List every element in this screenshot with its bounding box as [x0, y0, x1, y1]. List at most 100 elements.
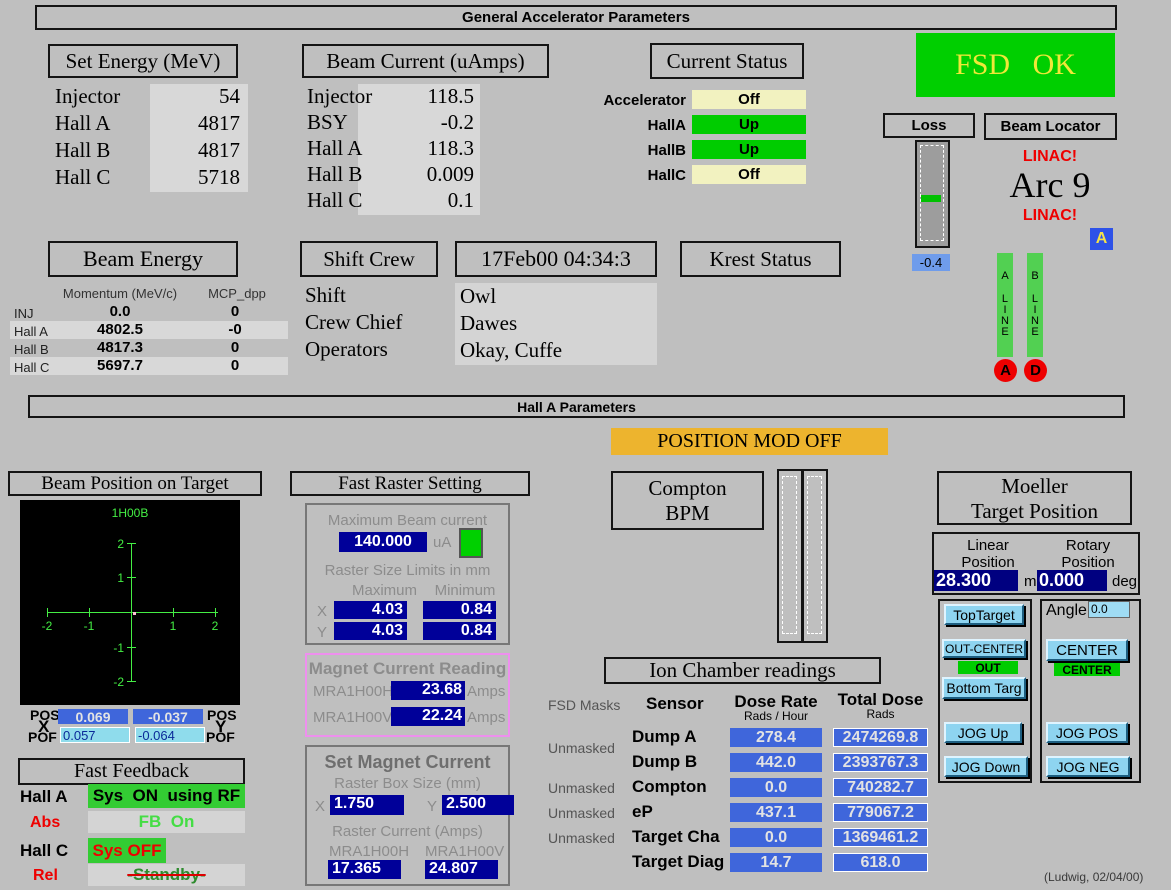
operators-value: Okay, Cuffe — [460, 338, 562, 363]
loss-button-label: Loss — [911, 117, 946, 134]
operators-label: Operators — [305, 337, 388, 362]
set-magnet-panel: Set Magnet Current Raster Box Size (mm) … — [305, 745, 510, 886]
position-mod-indicator: POSITION MOD OFF — [611, 428, 888, 455]
pos-x-readback: 0.069 — [58, 709, 128, 724]
mra1h00v-label: MRA1H00V — [313, 709, 392, 726]
jog-pos-button[interactable]: JOG POS — [1046, 722, 1128, 743]
moeller-title-line2: Target Position — [939, 499, 1130, 524]
set-v-readback: 24.807 — [425, 860, 498, 879]
status-row-label: HallA — [560, 117, 686, 134]
compton-slider-left[interactable] — [777, 469, 803, 643]
beam-energy-mcp: 0 — [200, 357, 270, 374]
box-x-entry[interactable]: 1.750 — [330, 795, 404, 815]
ion-mask: Unmasked — [548, 830, 615, 846]
rotary-position-label: Rotary Position — [1052, 537, 1124, 572]
top-target-button[interactable]: TopTarget — [944, 604, 1024, 625]
beam-current-row: Hall C — [307, 188, 362, 213]
beam-energy-row-label: INJ — [14, 306, 34, 321]
ion-total: 2393767.3 — [833, 753, 928, 772]
set-energy-title-text: Set Energy (MeV) — [66, 49, 221, 74]
ion-mask: Unmasked — [548, 740, 615, 756]
compton-slider-right[interactable] — [802, 469, 828, 643]
beam-position-title: Beam Position on Target — [8, 471, 262, 496]
fast-raster-title-text: Fast Raster Setting — [338, 473, 482, 495]
linear-position-label: Linear Position — [952, 537, 1024, 572]
loss-readback: -0.4 — [912, 254, 950, 271]
hall-a-parameters-text: Hall A Parameters — [517, 399, 636, 415]
ion-sensor: eP — [632, 802, 653, 822]
beam-current-title-text: Beam Current (uAmps) — [326, 49, 524, 74]
ion-total: 618.0 — [833, 853, 928, 872]
raster-x-max: 4.03 — [334, 601, 407, 619]
ffb-hall-c-status: Sys OFF — [88, 838, 166, 863]
ffb-rel-label: Rel — [33, 867, 58, 885]
jog-down-button[interactable]: JOG Down — [944, 756, 1028, 777]
set-energy-row: Hall B — [55, 138, 110, 163]
current-status-title: Current Status — [650, 43, 804, 79]
accelerator-control-screen: General Accelerator Parameters Set Energ… — [0, 0, 1171, 890]
loss-button[interactable]: Loss — [883, 113, 975, 138]
beam-location-text: Arc 9 — [1000, 164, 1100, 206]
pof-y-entry[interactable]: -0.064 — [135, 727, 205, 743]
set-h-readback: 17.365 — [328, 860, 401, 879]
bottom-target-button[interactable]: Bottom Targ — [942, 677, 1026, 699]
mra1h00h-unit: Amps — [467, 683, 505, 700]
fsd-masks-header: FSD Masks — [548, 697, 620, 713]
pof-label-left: POF — [28, 729, 57, 745]
position-mod-text: POSITION MOD OFF — [657, 430, 841, 453]
ion-sensor: Target Cha — [632, 827, 720, 847]
ion-rate: 0.0 — [730, 828, 822, 847]
sensor-header: Sensor — [646, 694, 704, 714]
ion-rate: 437.1 — [730, 803, 822, 822]
beam-energy-momentum: 4817.3 — [60, 339, 180, 356]
status-accelerator-field: Off — [692, 90, 806, 109]
center-button[interactable]: CENTER — [1046, 639, 1128, 661]
current-status-title-text: Current Status — [667, 49, 788, 74]
status-hallb-field: Up — [692, 140, 806, 159]
top-title-bar: General Accelerator Parameters — [35, 5, 1117, 30]
krest-status-label: Krest Status — [709, 247, 811, 272]
jog-neg-button[interactable]: JOG NEG — [1046, 756, 1130, 777]
linac-warning-top: LINAC! — [1010, 149, 1090, 165]
ion-total: 779067.2 — [833, 803, 928, 822]
box-y-entry[interactable]: 2.500 — [442, 795, 514, 815]
top-title-text: General Accelerator Parameters — [462, 9, 690, 26]
raster-current-label: Raster Current (Amps) — [307, 823, 508, 840]
raster-max-header: Maximum — [342, 582, 427, 599]
plot-y-tick — [127, 681, 136, 682]
compton-bpm-line1: Compton — [613, 476, 762, 501]
max-beam-entry[interactable]: 140.000 — [339, 532, 427, 552]
jog-up-button[interactable]: JOG Up — [944, 722, 1022, 743]
loss-slider-handle[interactable] — [921, 195, 941, 202]
moeller-title-line1: Moeller — [939, 474, 1130, 499]
fast-raster-panel: Maximum Beam current 140.000 uA Raster S… — [305, 503, 510, 645]
linac-a-badge: A — [1090, 228, 1113, 250]
raster-y-min: 0.84 — [423, 622, 496, 640]
compton-bpm-button[interactable]: Compton BPM — [611, 471, 764, 530]
pof-label-right: POF — [206, 729, 235, 745]
raster-min-header: Minimum — [425, 582, 505, 599]
out-center-button[interactable]: OUT-CENTER — [942, 639, 1026, 658]
krest-status-button[interactable]: Krest Status — [680, 241, 841, 277]
datetime-display: 17Feb00 04:34:3 — [455, 241, 657, 277]
beam-energy-title-text: Beam Energy — [83, 246, 203, 272]
shift-crew-title: Shift Crew — [300, 241, 438, 277]
shift-crew-title-text: Shift Crew — [323, 247, 415, 272]
magnet-reading-panel: Magnet Current Reading MRA1H00H 23.68 Am… — [305, 653, 510, 737]
plot-x-tick-label: -2 — [37, 619, 57, 633]
mra1h00h-label: MRA1H00H — [313, 683, 393, 700]
loss-slider[interactable] — [915, 140, 950, 248]
beam-locator-button[interactable]: Beam Locator — [984, 113, 1117, 140]
raster-x-min: 0.84 — [423, 601, 496, 619]
set-energy-title: Set Energy (MeV) — [48, 44, 238, 78]
ffb-hall-a-label: Hall A — [20, 787, 68, 807]
linear-position-readback: 28.300 — [934, 570, 1018, 591]
ion-mask: Unmasked — [548, 805, 615, 821]
plot-x-tick — [89, 608, 90, 617]
set-energy-value: 54 — [150, 84, 240, 109]
momentum-col-header: Momentum (MeV/c) — [55, 286, 185, 301]
compton-slider-right-track — [807, 476, 822, 634]
ffb-hall-c-label: Hall C — [20, 841, 68, 861]
pof-x-entry[interactable]: 0.057 — [60, 727, 130, 743]
angle-entry[interactable]: 0.0 — [1088, 601, 1130, 618]
